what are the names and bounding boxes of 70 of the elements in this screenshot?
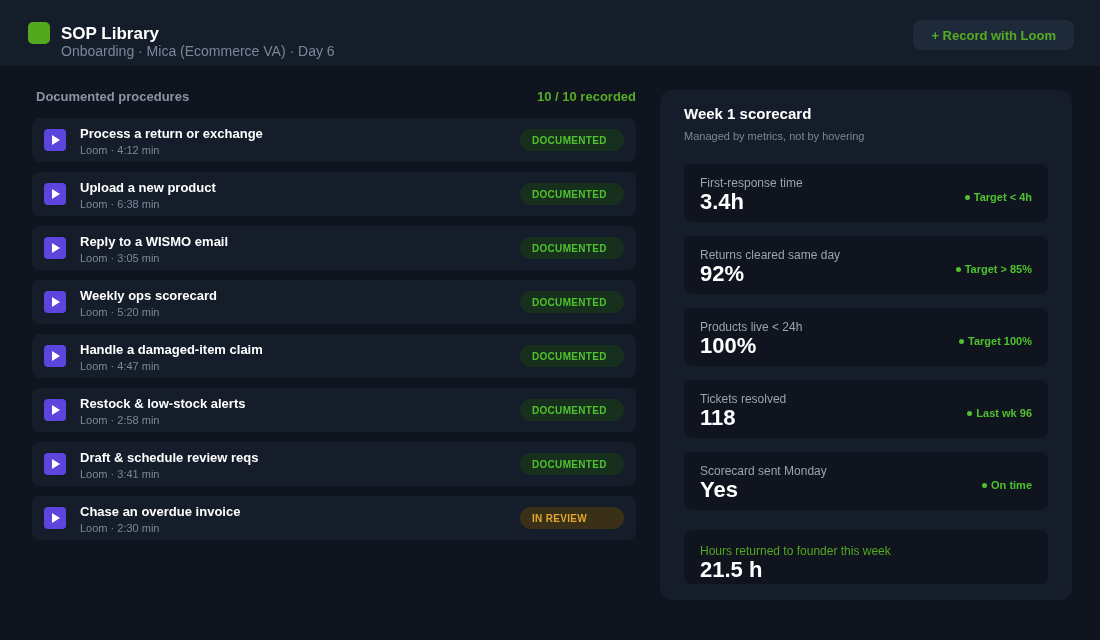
procedure-row[interactable]: Weekly ops scorecard Loom · 5:20 min DOCUMENTED (32, 280, 636, 324)
procedure-title: Chase an overdue invoice (80, 503, 241, 520)
play-icon[interactable] (44, 399, 66, 421)
procedure-row[interactable]: Draft & schedule review reqs Loom · 3:41 min DOCUMENTED (32, 442, 636, 486)
procedure-row[interactable]: Reply to a WISMO email Loom · 3:05 min DOCUMENTED (32, 226, 636, 270)
status-badge: DOCUMENTED (520, 129, 624, 151)
procedure-title: Restock & low-stock alerts (80, 395, 246, 412)
play-icon[interactable] (44, 129, 66, 151)
play-icon[interactable] (44, 345, 66, 367)
metric-label: Products live < 24h (700, 320, 803, 334)
play-icon[interactable] (44, 507, 66, 529)
status-dot-icon (955, 266, 961, 272)
play-icon[interactable] (44, 183, 66, 205)
procedure-title: Reply to a WISMO email (80, 233, 229, 250)
procedure-title: Process a return or exchange (80, 125, 263, 142)
status-dot-icon (964, 194, 970, 200)
scorecard-title: Week 1 scorecard (684, 104, 812, 124)
status-badge: DOCUMENTED (520, 345, 624, 367)
status-dot-icon (982, 482, 988, 488)
procedure-meta: Loom · 4:12 min (80, 142, 160, 157)
procedure-meta: Loom · 3:41 min (80, 466, 160, 481)
logo-icon (28, 22, 50, 44)
recorded-count: 10 / 10 recorded (537, 88, 636, 104)
procedure-meta: Loom · 5:20 min (80, 304, 160, 319)
summary-label: Hours returned to founder this week (700, 544, 891, 558)
status-badge: DOCUMENTED (520, 237, 624, 259)
metric-value: Yes (700, 478, 738, 502)
summary-value: 21.5 h (700, 558, 763, 582)
play-icon[interactable] (44, 237, 66, 259)
status-dot-icon (959, 338, 964, 344)
play-icon[interactable] (44, 291, 66, 313)
status-badge: DOCUMENTED (520, 399, 624, 421)
status-badge: IN REVIEW (520, 507, 624, 529)
app-title: SOP Library (61, 24, 159, 44)
target-text: Target 100% (968, 334, 1032, 348)
procedure-title: Upload a new product (80, 179, 216, 196)
procedure-row[interactable]: Process a return or exchange Loom · 4:12 min DOCUMENTED (32, 118, 636, 162)
target-text: Last wk 96 (976, 406, 1032, 420)
target-text: Target < 4h (973, 190, 1032, 204)
metric-value: 100% (700, 334, 757, 358)
target-text: On time (991, 478, 1032, 492)
procedure-meta: Loom · 4:47 min (80, 358, 160, 373)
status-dot-icon (967, 410, 973, 416)
section-heading: Documented procedures (36, 88, 190, 104)
status-badge: DOCUMENTED (520, 291, 624, 313)
procedure-row[interactable]: Restock & low-stock alerts Loom · 2:58 min DOCUMENTED (32, 388, 636, 432)
header-subtitle: Onboarding · Mica (Ecommerce VA) · Day 6 (61, 43, 335, 59)
metric-label: Returns cleared same day (700, 248, 841, 262)
procedure-title: Handle a damaged-item claim (80, 341, 263, 358)
metric-value: 3.4h (700, 190, 745, 214)
metric-label: First-response time (700, 176, 803, 190)
procedure-meta: Loom · 3:05 min (80, 250, 160, 265)
procedure-row[interactable]: Chase an overdue invoice Loom · 2:30 min IN REVIEW (32, 496, 636, 540)
metric-value: 92% (700, 262, 745, 286)
procedure-meta: Loom · 2:30 min (80, 520, 160, 535)
metric-label: Scorecard sent Monday (700, 464, 827, 478)
procedure-meta: Loom · 2:58 min (80, 412, 160, 427)
status-badge: DOCUMENTED (520, 453, 624, 475)
target-text: Target > 85% (964, 262, 1032, 276)
procedure-meta: Loom · 6:38 min (80, 196, 160, 211)
status-badge: DOCUMENTED (520, 183, 624, 205)
metric-value: 118 (700, 406, 736, 430)
procedure-title: Draft & schedule review reqs (80, 449, 259, 466)
play-icon[interactable] (44, 453, 66, 475)
record-button[interactable]: + Record with Loom (913, 20, 1074, 50)
procedure-row[interactable]: Upload a new product Loom · 6:38 min DOCUMENTED (32, 172, 636, 216)
metric-label: Tickets resolved (700, 392, 787, 406)
procedure-row[interactable]: Handle a damaged-item claim Loom · 4:47 min DOCUMENTED (32, 334, 636, 378)
scorecard-subtitle: Managed by metrics, not by hovering (684, 129, 865, 143)
procedure-title: Weekly ops scorecard (80, 287, 218, 304)
